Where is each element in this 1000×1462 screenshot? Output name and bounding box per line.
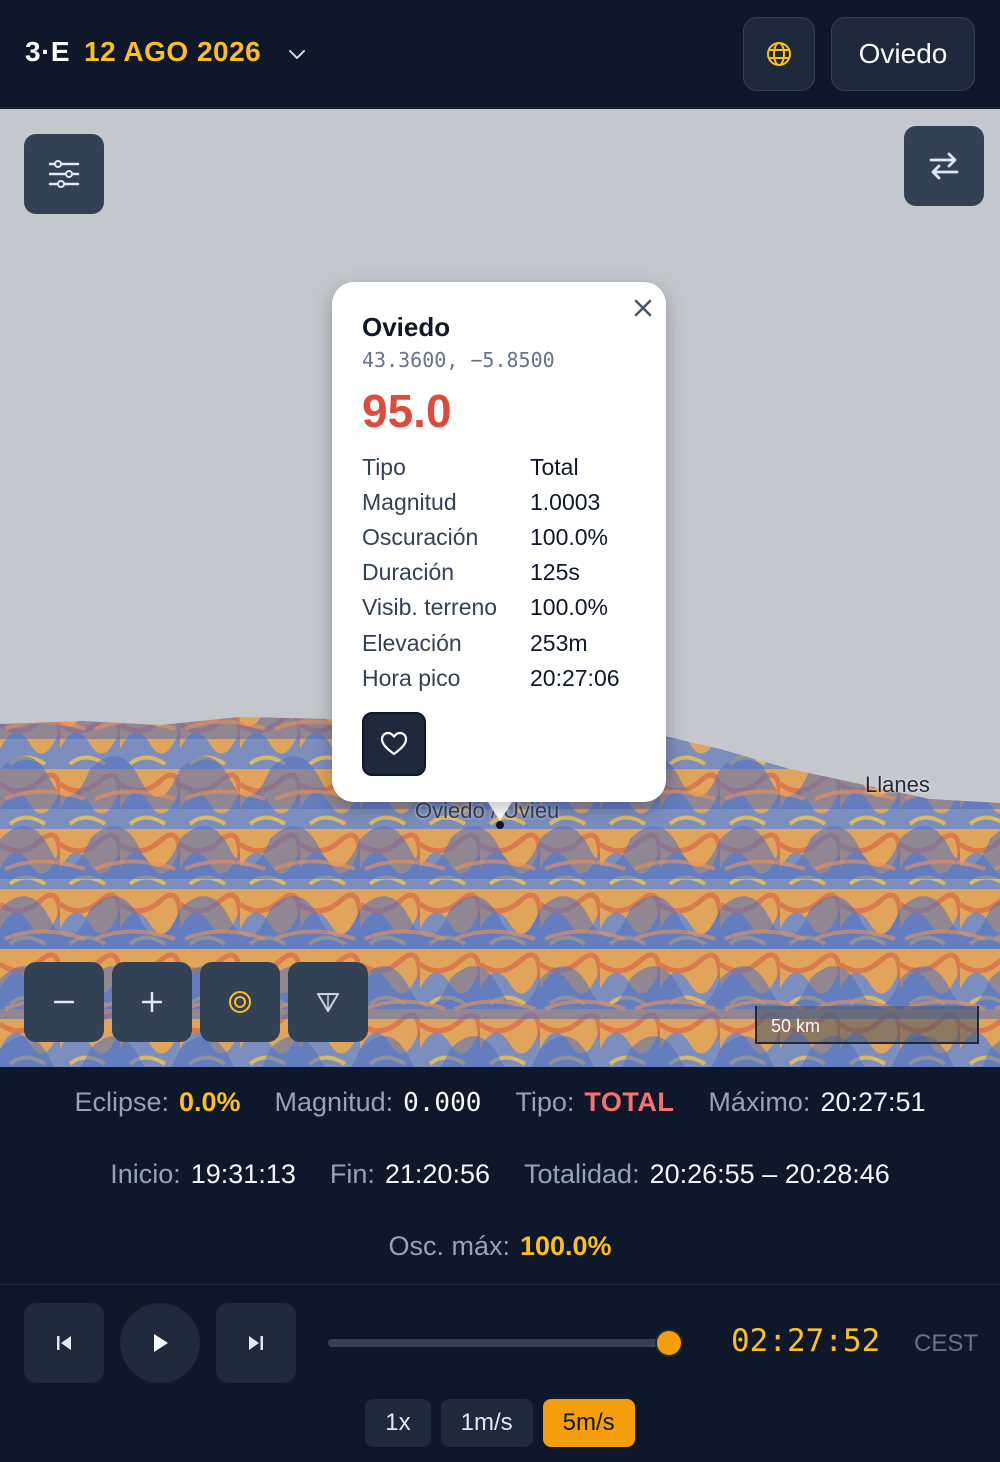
location-pin[interactable] (496, 821, 504, 829)
stat-value: 0.000 (403, 1088, 482, 1118)
popup-row-value: Total (530, 454, 579, 480)
playback-bar: 02:27:52 CEST 1x 1m/s 5m/s (0, 1284, 1000, 1462)
stat-value: 20:26:55 – 20:28:46 (649, 1159, 890, 1189)
popup-row-value: 100.0% (530, 594, 609, 620)
stat-end: Fin: 21:20:56 (330, 1159, 490, 1190)
app-logo: 3·E (25, 36, 71, 67)
sliders-icon (48, 160, 80, 188)
stat-label: Magnitud: (274, 1087, 394, 1117)
stat-label: Tipo: (515, 1087, 575, 1117)
map-view[interactable]: Llanes Oviedo / Uvieu Oviedo 43.3600, −5… (0, 109, 1000, 1067)
eclipse-date-selector[interactable]: 12 AGO 2026 (84, 36, 261, 68)
close-icon[interactable] (632, 297, 654, 319)
heart-icon (380, 731, 408, 756)
stat-eclipse: Eclipse: 0.0% (74, 1087, 240, 1118)
stats-row: Osc. máx: 100.0% (0, 1231, 1000, 1262)
popup-row-value: 253m (530, 630, 588, 656)
stat-value: TOTAL (584, 1087, 675, 1117)
favorite-button[interactable] (362, 712, 426, 776)
popup-row-peak-time: Hora pico 20:27:06 (362, 665, 620, 692)
popup-row-type: Tipo Total (362, 454, 579, 481)
stat-label: Totalidad: (523, 1159, 640, 1189)
eclipse-stats-panel: Eclipse: 0.0% Magnitud: 0.000 Tipo: TOTAL M… (0, 1067, 1000, 1283)
globe-icon (767, 42, 791, 66)
map-label-llanes: Llanes (865, 772, 930, 797)
skip-forward-button[interactable] (216, 1303, 296, 1383)
current-time: 02:27:52 (731, 1323, 881, 1359)
popup-row-label: Visib. terreno (362, 594, 498, 620)
popup-row-magnitude: Magnitud 1.0003 (362, 489, 600, 516)
stat-label: Eclipse: (74, 1087, 169, 1117)
popup-row-label: Magnitud (362, 489, 457, 515)
popup-row-label: Duración (362, 559, 455, 585)
language-button[interactable] (743, 17, 815, 91)
minus-icon (53, 1000, 75, 1004)
stat-max-obscuration: Osc. máx: 100.0% (388, 1231, 611, 1262)
stat-start: Inicio: 19:31:13 (110, 1159, 296, 1190)
stat-value: 21:20:56 (384, 1159, 490, 1189)
speed-option-1m-per-s[interactable]: 1m/s (440, 1399, 533, 1447)
stat-value: 0.0% (178, 1087, 241, 1117)
chevron-down-icon[interactable] (287, 44, 307, 64)
popup-row-label: Elevación (362, 630, 462, 656)
popup-coordinates: 43.3600, −5.8500 (362, 348, 555, 372)
timezone-label: CEST (914, 1330, 979, 1357)
stat-value: 19:31:13 (190, 1159, 296, 1189)
top-bar: 3·E 12 AGO 2026 Oviedo (0, 0, 1000, 108)
map-scale-bar: 50 km (755, 1006, 979, 1044)
play-button[interactable] (120, 1303, 200, 1383)
stat-label: Máximo: (708, 1087, 811, 1117)
popup-row-label: Oscuración (362, 524, 479, 550)
locate-button[interactable] (200, 962, 280, 1042)
popup-tail (486, 799, 514, 821)
popup-row-obscuration: Oscuración 100.0% (362, 524, 608, 551)
zoom-in-button[interactable] (112, 962, 192, 1042)
popup-row-value: 1.0003 (530, 489, 601, 515)
stats-row: Eclipse: 0.0% Magnitud: 0.000 Tipo: TOTAL M… (0, 1087, 1000, 1118)
filters-button[interactable] (24, 134, 104, 214)
swap-arrows-icon (929, 152, 959, 180)
compass-triangle-icon (317, 993, 339, 1012)
popup-row-duration: Duración 125s (362, 559, 580, 586)
stat-totality: Totalidad: 20:26:55 – 20:28:46 (524, 1159, 890, 1190)
location-popup: Oviedo 43.3600, −5.8500 95.0 Tipo Total M… (332, 282, 666, 802)
stat-label: Fin: (329, 1159, 375, 1189)
skip-forward-icon (249, 1336, 263, 1350)
popup-score: 95.0 (362, 385, 452, 437)
speed-option-5m-per-s[interactable]: 5m/s (542, 1399, 635, 1447)
skip-back-icon (57, 1336, 71, 1350)
plus-icon (141, 991, 163, 1013)
swap-button[interactable] (904, 126, 984, 206)
stat-maximum: Máximo: 20:27:51 (708, 1087, 925, 1118)
popup-row-label: Tipo (362, 454, 406, 480)
speed-selector: 1x 1m/s 5m/s (0, 1399, 1000, 1447)
timeline-slider[interactable] (328, 1329, 683, 1357)
stat-label: Osc. máx: (388, 1231, 510, 1261)
timeline-thumb[interactable] (654, 1329, 683, 1357)
popup-row-label: Hora pico (362, 665, 461, 691)
timeline-fill (328, 1339, 669, 1347)
popup-row-elevation: Elevación 253m (362, 630, 588, 657)
skip-back-button[interactable] (24, 1303, 104, 1383)
zoom-out-button[interactable] (24, 962, 104, 1042)
stat-magnitude: Magnitud: 0.000 (275, 1087, 482, 1118)
stat-value: 100.0% (519, 1231, 612, 1261)
popup-row-value: 125s (530, 559, 580, 585)
speed-option-1x[interactable]: 1x (365, 1399, 431, 1447)
target-icon (229, 991, 251, 1013)
compass-button[interactable] (288, 962, 368, 1042)
stat-value: 20:27:51 (820, 1087, 926, 1117)
popup-row-visibility: Visib. terreno 100.0% (362, 594, 608, 621)
location-button[interactable]: Oviedo (831, 17, 975, 91)
popup-title: Oviedo (362, 312, 451, 342)
stats-row: Inicio: 19:31:13 Fin: 21:20:56 Totalidad: 2… (0, 1159, 1000, 1190)
stat-label: Inicio: (110, 1159, 181, 1189)
play-icon (154, 1334, 168, 1352)
popup-row-value: 20:27:06 (530, 665, 620, 691)
popup-row-value: 100.0% (530, 524, 609, 550)
stat-type: Tipo: TOTAL (515, 1087, 674, 1118)
